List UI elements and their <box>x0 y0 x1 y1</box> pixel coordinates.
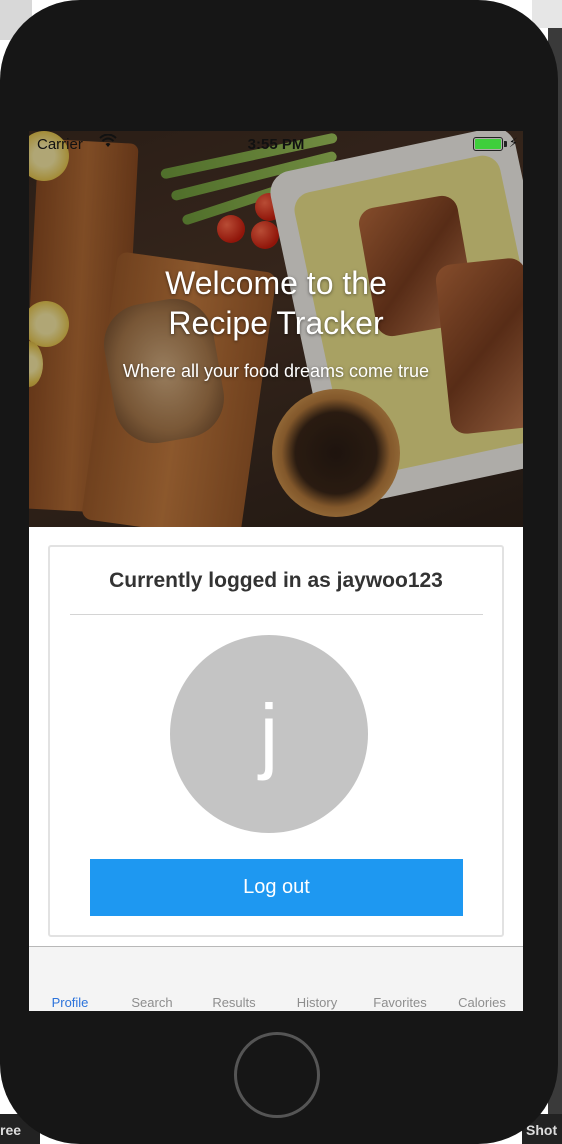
avatar: j <box>170 635 368 833</box>
hero-banner: Carrier 3:55 PM ⚡ Welcome to the Recipe … <box>29 131 523 527</box>
tab-favorites[interactable]: Favorites <box>359 995 441 1010</box>
logged-in-label: Currently logged in as jaywoo123 <box>109 569 443 592</box>
tab-results[interactable]: Results <box>193 995 275 1010</box>
status-bar: Carrier 3:55 PM ⚡ <box>29 131 523 157</box>
hero-subtitle: Where all your food dreams come true <box>122 361 430 381</box>
tab-bar: Profile Search Results History Favorites… <box>29 946 523 1011</box>
divider <box>70 614 483 615</box>
desktop-thumbnail-right <box>532 0 562 28</box>
hero-title: Welcome to the Recipe Tracker <box>165 265 387 341</box>
bolt-icon: ⚡ <box>508 135 518 150</box>
clock: 3:55 PM <box>247 136 305 153</box>
app-screen: Carrier 3:55 PM ⚡ Welcome to the Recipe … <box>29 131 523 1011</box>
phone-frame: Carrier 3:55 PM ⚡ Welcome to the Recipe … <box>0 0 558 1144</box>
logout-button[interactable]: Log out <box>90 859 463 916</box>
home-button[interactable] <box>234 1032 320 1118</box>
battery-icon <box>473 137 503 151</box>
tab-calories[interactable]: Calories <box>441 995 523 1010</box>
tab-profile[interactable]: Profile <box>29 995 111 1010</box>
tab-history[interactable]: History <box>276 995 358 1010</box>
profile-card: Currently logged in as jaywoo123 j Log o… <box>48 545 504 937</box>
tab-search[interactable]: Search <box>111 995 193 1010</box>
